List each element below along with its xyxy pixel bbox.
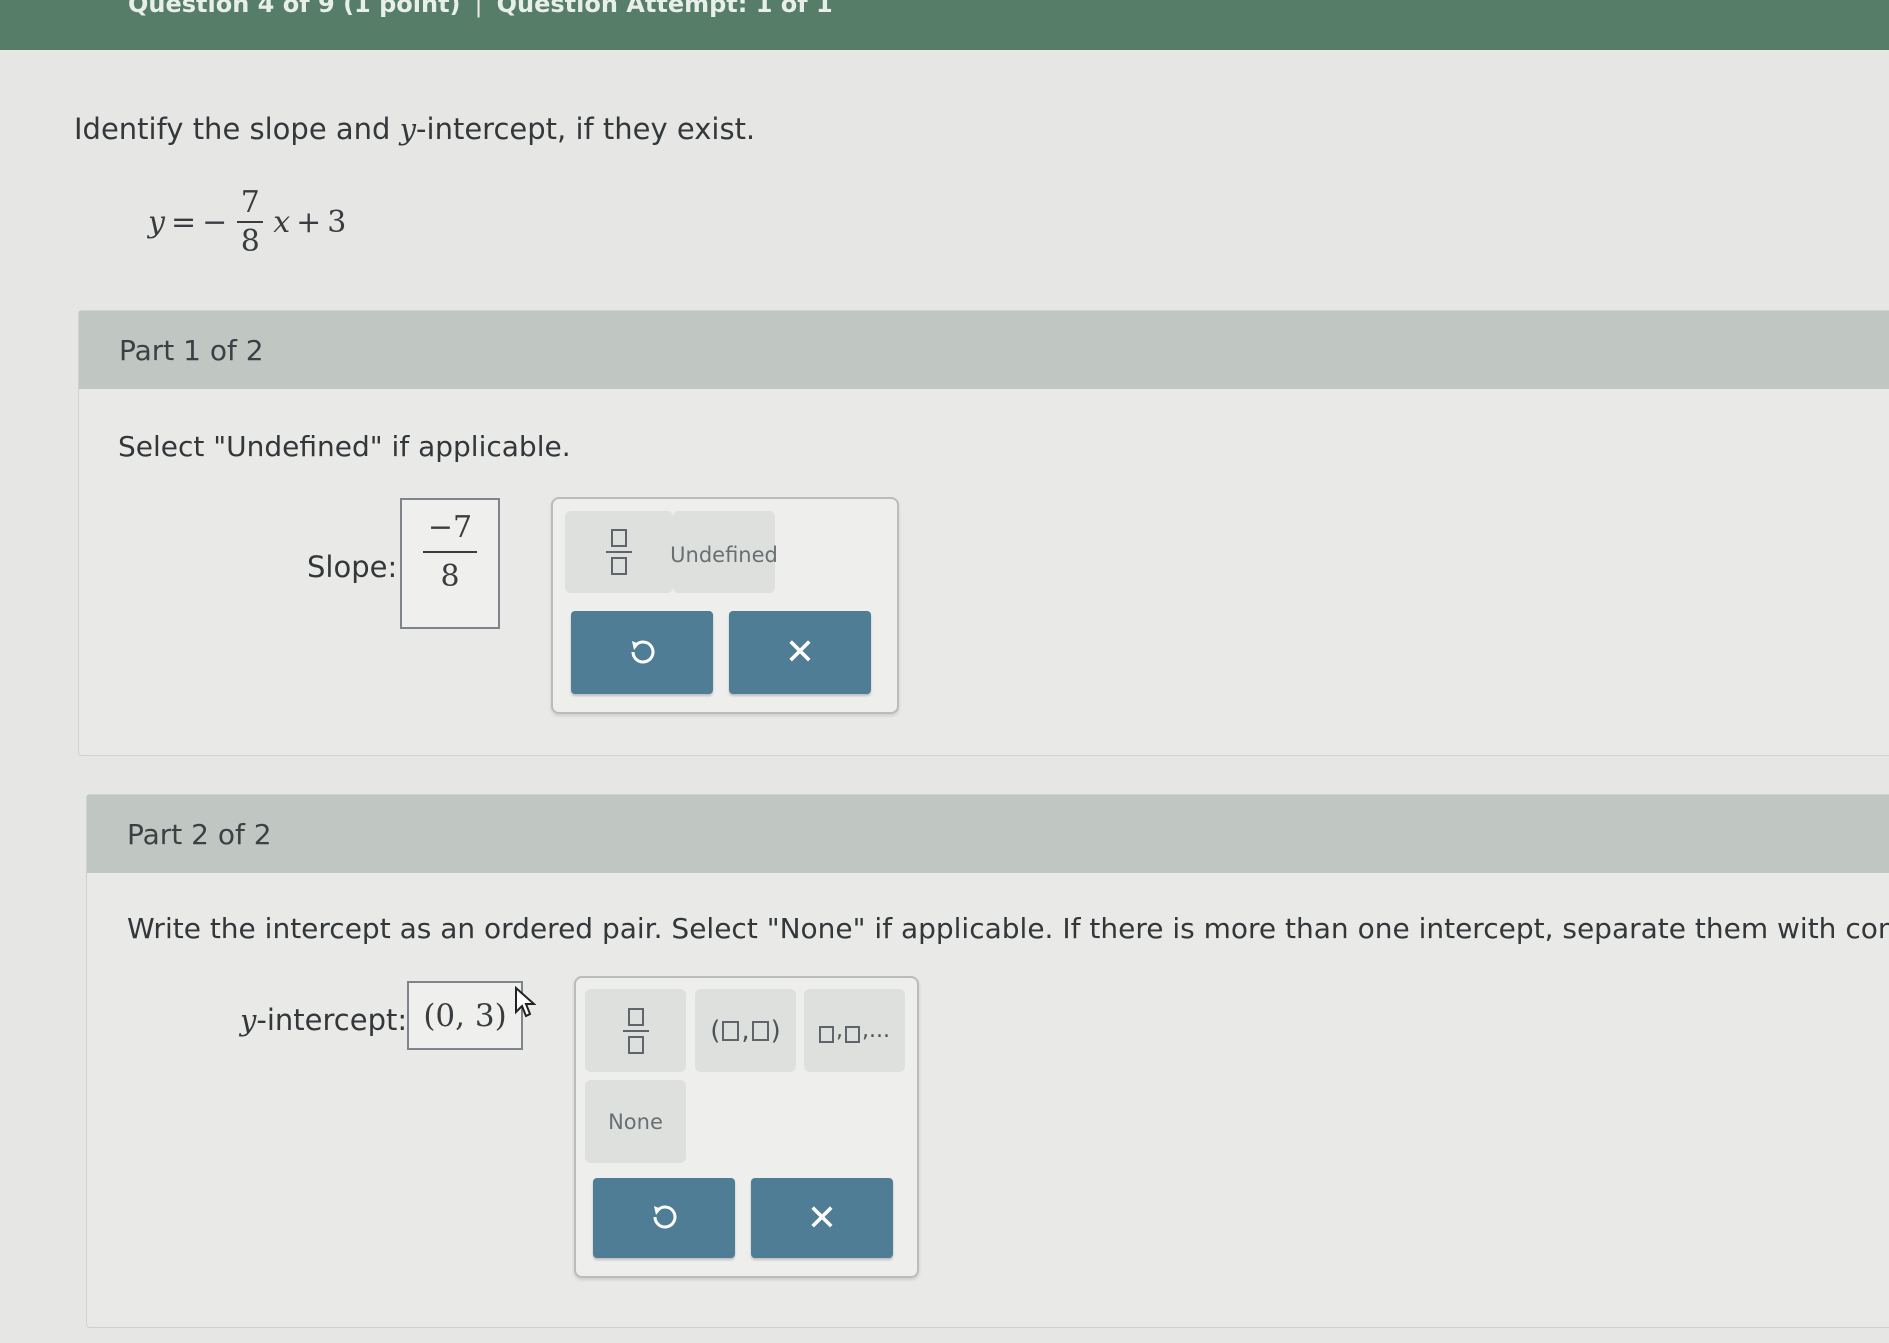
part-2-panel: Part 2 of 2 xyxy=(86,794,1889,1328)
attempt-label: Question Attempt: 1 of 1 xyxy=(496,0,833,18)
equation-fraction: 7 8 xyxy=(237,184,264,259)
undo-button[interactable] xyxy=(571,611,713,694)
slope-fraction-bar xyxy=(423,551,477,553)
part-2-header: Part 2 of 2 xyxy=(87,795,1889,873)
part-1-title: Part 1 of 2 xyxy=(119,333,264,367)
template-fraction-bar xyxy=(606,551,632,553)
ordered-pair-template-icon: ( , ) xyxy=(710,1016,781,1046)
y-intercept-label: y-intercept: xyxy=(240,1003,407,1037)
equation-minus: − xyxy=(202,204,228,240)
question-number-label: Question 4 of 9 (1 point) xyxy=(128,0,461,18)
top-bar: Question 4 of 9 (1 point) | Question Attem… xyxy=(0,0,1889,50)
fraction-template-button[interactable] xyxy=(565,511,673,593)
template-fraction-bar xyxy=(622,1029,649,1032)
slope-answer-fraction: −7 8 xyxy=(402,510,498,594)
close-icon: ✕ xyxy=(784,632,816,673)
equation: y = − 7 8 x + 3 xyxy=(148,180,346,264)
slope-numerator: −7 xyxy=(427,510,473,545)
ordered-pair-template-button[interactable]: ( , ) xyxy=(695,989,796,1072)
numerator-slot-icon xyxy=(627,1007,644,1026)
list-slot-2-icon xyxy=(845,1026,860,1043)
pair-close-paren: ) xyxy=(770,1015,781,1046)
fraction-template-button-2[interactable] xyxy=(585,989,686,1072)
equation-variable: x xyxy=(273,204,291,240)
undefined-label: Undefined xyxy=(670,543,778,567)
y-intercept-label-variable: y xyxy=(240,1003,257,1037)
pair-comma: , xyxy=(741,1015,750,1046)
slope-answer-input[interactable]: −7 8 xyxy=(400,498,500,629)
part-2-title: Part 2 of 2 xyxy=(127,817,272,851)
equation-plus: + xyxy=(296,204,322,240)
part-1-instruction: Select "Undefined" if applicable. xyxy=(118,430,571,463)
part-1-panel: Part 1 of 2 xyxy=(78,310,1889,756)
equation-constant: 3 xyxy=(327,204,347,240)
question-status: Question 4 of 9 (1 point) | Question Attem… xyxy=(128,0,833,18)
y-intercept-answer-input[interactable]: (0, 3) xyxy=(407,981,523,1050)
undefined-button[interactable]: Undefined xyxy=(670,511,778,593)
undo-button-2[interactable] xyxy=(593,1178,735,1258)
list-template-button[interactable]: , ,... xyxy=(804,989,905,1072)
numerator-slot-icon xyxy=(611,529,627,547)
equation-lhs: y xyxy=(148,204,165,240)
denominator-slot-icon xyxy=(627,1035,644,1054)
pair-slot-1-icon xyxy=(722,1020,740,1041)
header-separator: | xyxy=(474,0,483,18)
denominator-slot-icon xyxy=(611,557,627,575)
clear-button-2[interactable]: ✕ xyxy=(751,1178,893,1258)
none-label: None xyxy=(608,1109,663,1134)
fraction-bar xyxy=(237,221,264,223)
slope-denominator: 8 xyxy=(440,559,460,594)
equation-equals: = xyxy=(170,204,197,240)
none-button[interactable]: None xyxy=(585,1080,686,1163)
close-icon: ✕ xyxy=(806,1197,838,1239)
prompt-variable: y xyxy=(399,112,417,146)
pair-slot-2-icon xyxy=(751,1020,769,1041)
slope-label: Slope: xyxy=(307,550,398,584)
list-template-icon: , ,... xyxy=(819,1018,890,1043)
part-2-palette: ( , ) , ,... None ✕ xyxy=(574,976,919,1278)
y-intercept-label-text: -intercept: xyxy=(256,1003,408,1037)
pair-open-paren: ( xyxy=(710,1015,721,1046)
undo-icon xyxy=(628,638,656,668)
undo-icon xyxy=(650,1203,678,1233)
equation-numerator: 7 xyxy=(240,184,260,220)
list-slot-1-icon xyxy=(819,1026,834,1043)
equation-denominator: 8 xyxy=(240,224,260,259)
part-1-header: Part 1 of 2 xyxy=(79,311,1889,389)
y-intercept-value: (0, 3) xyxy=(423,997,507,1034)
fraction-template-icon xyxy=(622,1007,649,1054)
part-1-palette: Undefined ✕ xyxy=(551,497,899,714)
part-2-instruction: Write the intercept as an ordered pair. … xyxy=(127,912,1889,945)
list-ellipsis: ,... xyxy=(862,1018,890,1043)
mouse-pointer-icon xyxy=(515,986,536,1018)
list-comma: , xyxy=(836,1018,843,1043)
prompt-text-end: -intercept, if they exist. xyxy=(416,112,756,146)
question-prompt: Identify the slope and y-intercept, if t… xyxy=(74,112,755,146)
clear-button[interactable]: ✕ xyxy=(729,611,871,694)
fraction-template-icon xyxy=(606,529,632,575)
prompt-text-start: Identify the slope and xyxy=(74,112,400,146)
